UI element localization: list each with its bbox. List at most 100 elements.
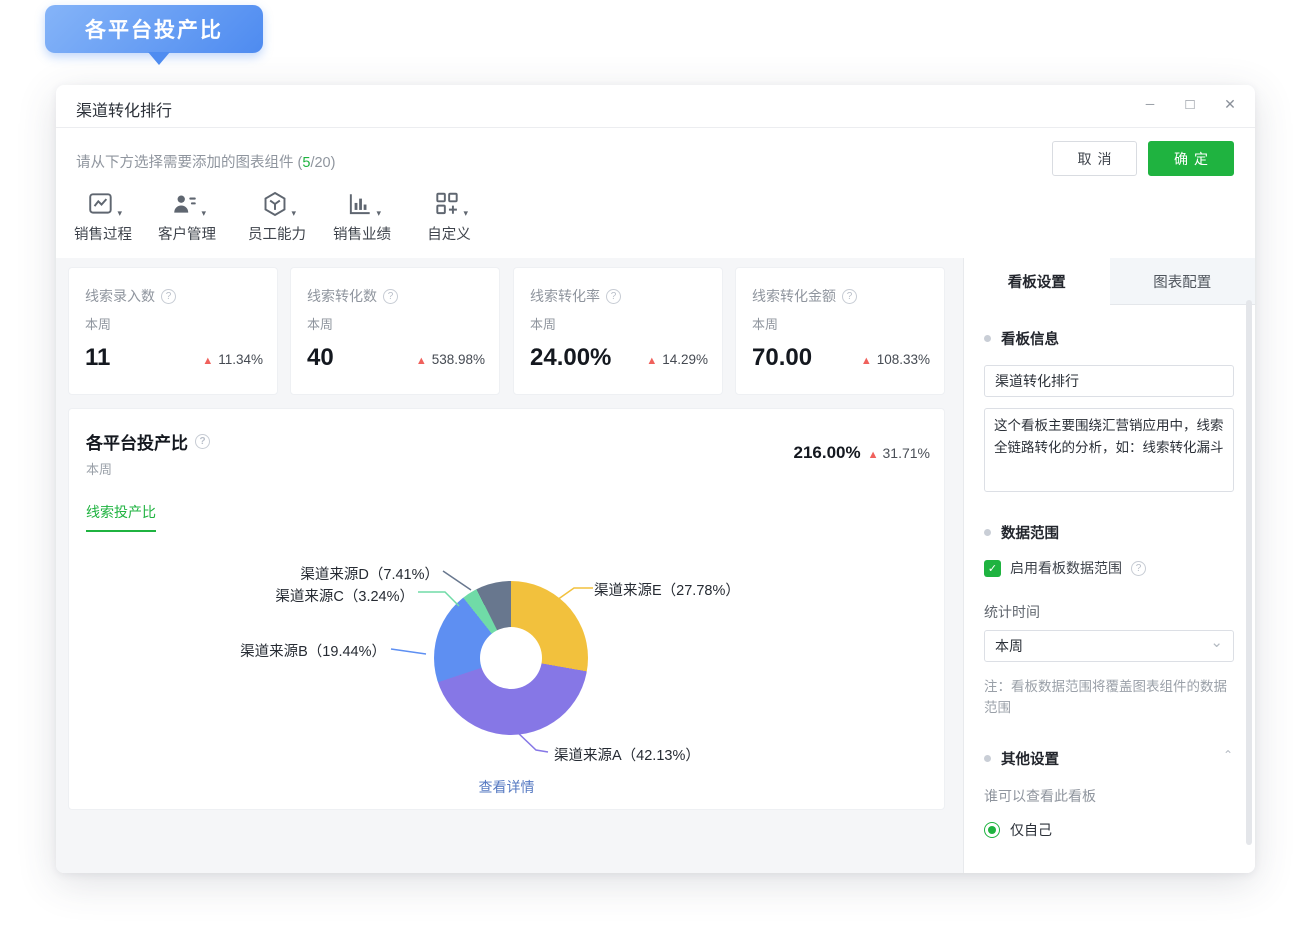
stat-card-period: 本周 (752, 314, 778, 333)
toolbar-item-label: 客户管理 (158, 223, 216, 244)
chevron-down-icon: ▾ (463, 208, 468, 219)
minimize-icon[interactable] (1141, 91, 1159, 117)
bullet-icon (984, 755, 991, 762)
toolbar-item-customer-mgmt[interactable]: ▾ 客户管理 (152, 188, 222, 244)
delta-up-icon (868, 445, 879, 461)
page: 各平台投产比 渠道转化排行 请从下方选择需要添加的图表组件 (5/20) 取消 … (0, 0, 1308, 952)
bar-chart-icon: ▾ (345, 188, 379, 220)
enable-scope-row: 启用看板数据范围 (984, 558, 1146, 578)
time-range-select[interactable]: 本周 (984, 630, 1234, 662)
chevron-down-icon: ▾ (376, 208, 381, 219)
stat-card-conversion-rate: 线索转化率 本周 24.00% 14.29% (513, 267, 723, 395)
chart-card-period: 本周 (86, 459, 112, 478)
delta-up-icon (202, 352, 213, 367)
section-other-settings: 其他设置 (984, 748, 1059, 769)
tab-board-settings[interactable]: 看板设置 (964, 258, 1110, 305)
time-range-value: 本周 (995, 636, 1023, 656)
chevron-down-icon (1210, 645, 1223, 647)
time-range-label: 统计时间 (984, 602, 1040, 622)
toolbar-item-custom[interactable]: ▾ 自定义 (414, 188, 484, 244)
line-chart-icon: ▾ (86, 188, 120, 220)
chart-card-title: 各平台投产比 (86, 429, 188, 454)
scope-note: 注：看板数据范围将覆盖图表组件的数据范围 (984, 677, 1236, 719)
stat-card-period: 本周 (530, 314, 556, 333)
callout-bubble-label: 各平台投产比 (85, 14, 223, 44)
pie-label-D: 渠道来源D（7.41%） (284, 563, 439, 584)
subtitle-text: 请从下方选择需要添加的图表组件 (5/20) (76, 151, 335, 172)
visibility-label: 谁可以查看此看板 (984, 786, 1096, 806)
delta-up-icon (646, 352, 657, 367)
stat-card-lead-input: 线索录入数 本周 11 11.34% (68, 267, 278, 395)
help-icon[interactable] (195, 434, 210, 449)
only-me-label: 仅自己 (1010, 820, 1052, 840)
headline-delta: 31.71% (883, 445, 930, 461)
toolbar-item-sales-performance[interactable]: ▾ 销售业绩 (327, 188, 397, 244)
stat-card-period: 本周 (307, 314, 333, 333)
stat-card-title: 线索录入数 (85, 286, 155, 306)
stat-card-delta: 11.34% (202, 352, 263, 367)
stat-card-title: 线索转化率 (530, 286, 600, 306)
board-name-input[interactable] (984, 365, 1234, 397)
tab-lead-roi[interactable]: 线索投产比 (86, 502, 156, 532)
chart-headline: 216.00% 31.71% (794, 443, 931, 463)
toolbar-item-label: 员工能力 (248, 223, 306, 244)
pie-label-E: 渠道来源E（27.78%） (594, 579, 740, 600)
close-icon[interactable] (1221, 91, 1239, 117)
toolbar-item-label: 销售业绩 (333, 223, 391, 244)
help-icon[interactable] (842, 289, 857, 304)
visibility-option-row: 仅自己 (984, 820, 1052, 840)
stat-card-title: 线索转化金额 (752, 286, 836, 306)
help-icon[interactable] (383, 289, 398, 304)
chevron-down-icon: ▾ (201, 208, 206, 219)
subtitle-prefix: 请从下方选择需要添加的图表组件 ( (76, 155, 302, 171)
pie-label-B: 渠道来源B（19.44%） (226, 640, 386, 661)
view-details-link[interactable]: 查看详情 (69, 777, 944, 797)
cancel-button[interactable]: 取消 (1052, 141, 1137, 176)
tab-chart-config[interactable]: 图表配置 (1110, 258, 1256, 305)
stat-card-value: 24.00% (530, 344, 611, 372)
window-controls (1141, 91, 1239, 117)
bullet-icon (984, 335, 991, 342)
stat-card-delta: 538.98% (416, 352, 485, 367)
chevron-down-icon: ▾ (117, 208, 122, 219)
pie-label-C: 渠道来源C（3.24%） (259, 585, 414, 606)
callout-bubble-tail-icon (148, 52, 170, 65)
donut-hole (480, 627, 542, 689)
panel-scrollbar[interactable] (1246, 300, 1252, 845)
settings-panel: 看板设置 图表配置 看板信息 这个看板主要围绕汇营销应用中，线索全链路转化的分析… (963, 258, 1255, 873)
hexagon-radar-icon: ▾ (260, 188, 294, 220)
chevron-down-icon: ▾ (291, 208, 296, 219)
help-icon[interactable] (161, 289, 176, 304)
stat-card-value: 70.00 (752, 344, 812, 372)
pie-label-A: 渠道来源A（42.13%） (554, 744, 700, 765)
collapse-up-icon[interactable]: ⌃ (1223, 748, 1233, 762)
scope-checkbox[interactable] (984, 560, 1001, 577)
only-me-radio[interactable] (984, 822, 1000, 838)
section-data-scope: 数据范围 (984, 522, 1059, 543)
maximize-icon[interactable] (1181, 91, 1199, 117)
component-toolbar: ▾ 销售过程 ▾ 客户管理 (56, 188, 963, 258)
section-board-info: 看板信息 (984, 328, 1059, 349)
window-title: 渠道转化排行 (76, 97, 172, 121)
confirm-button[interactable]: 确定 (1148, 141, 1234, 176)
stat-card-conversion-amount: 线索转化金额 本周 70.00 108.33% (735, 267, 945, 395)
stat-card-delta: 108.33% (861, 352, 930, 367)
board-desc-textarea[interactable]: 这个看板主要围绕汇营销应用中，线索全链路转化的分析，如：线索转化漏斗 (984, 408, 1234, 492)
bullet-icon (984, 529, 991, 536)
toolbar-item-sales-process[interactable]: ▾ 销售过程 (68, 188, 138, 244)
scope-checkbox-label: 启用看板数据范围 (1010, 558, 1122, 578)
callout-bubble: 各平台投产比 (45, 5, 263, 53)
chart-card: 各平台投产比 本周 216.00% 31.71% 线索投产比 渠道来源E（27.… (68, 408, 945, 810)
headline-value: 216.00% (794, 443, 861, 463)
stat-card-lead-converted: 线索转化数 本周 40 538.98% (290, 267, 500, 395)
toolbar-item-staff-ability[interactable]: ▾ 员工能力 (242, 188, 312, 244)
custom-grid-plus-icon: ▾ (432, 188, 466, 220)
panel-tabs: 看板设置 图表配置 (964, 258, 1255, 305)
customer-icon: ▾ (170, 188, 204, 220)
delta-up-icon (861, 352, 872, 367)
delta-up-icon (416, 352, 427, 367)
help-icon[interactable] (606, 289, 621, 304)
stat-card-delta: 14.29% (646, 352, 708, 367)
help-icon[interactable] (1131, 561, 1146, 576)
stat-card-title: 线索转化数 (307, 286, 377, 306)
